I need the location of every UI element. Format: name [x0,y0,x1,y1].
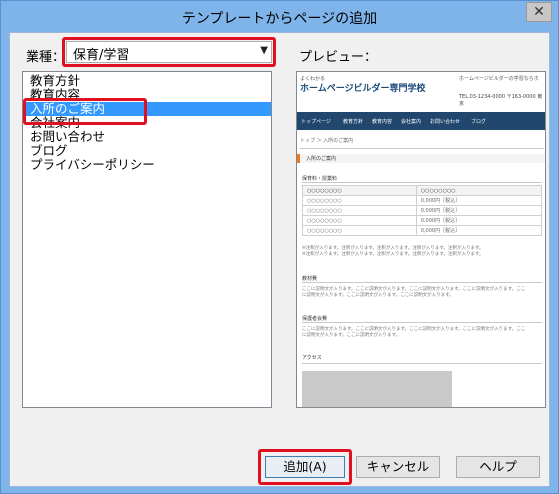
help-button[interactable]: ヘルプ [456,456,540,478]
preview-fee-table: ○○○○○○○○ ○○○○○○○○ ○○○○○○○○ 0,000円［税込］ ○○○○○○… [302,185,543,236]
preview-table-cell: ○○○○○○○○ [302,215,417,226]
preview-table-header: ○○○○○○○○ [415,185,543,196]
preview-nav-item: 教育方針 [343,119,364,125]
preview-note: ※注釈が入ります。注釈が入ります。注釈が入ります。注釈が入ります。注釈が入ります… [302,252,484,257]
preview-text: に説明文が入ります。ここに説明文が入ります。 [302,333,401,338]
preview-table-cell: 0,000円［税込］ [415,215,543,226]
preview-nav-item: お問い合わせ [430,119,461,125]
category-label: 業種： [26,50,66,65]
dialog-title: テンプレートからページの追加 [181,11,378,27]
title-bar[interactable]: テンプレートからページの追加 ✕ [1,1,558,32]
template-preview: よくわかる ホームページビルダー専門学校 ホームページビルダーの学習ならホ TE… [296,71,546,408]
preview-table-cell: 0,000円［税込］ [415,195,543,206]
preview-nav-item: 教育内容 [372,119,393,125]
preview-table-cell: 0,000円［税込］ [415,205,543,216]
preview-table-cell: ○○○○○○○○ [302,205,417,216]
preview-heading: 入所のご案内 [297,154,545,163]
preview-nav-item: ブログ [471,119,487,125]
preview-table-row: ○○○○○○○○ 0,000円［税込］ [302,215,543,226]
add-button-highlight [258,449,352,485]
preview-nav: トップページ 教育方針 教育内容 会社案内 お問い合わせ ブログ [297,112,545,130]
preview-table-cell: 0,000円［税込］ [415,225,543,236]
preview-logo: ホームページビルダー専門学校 [300,84,426,94]
list-item[interactable]: ブログ [23,144,271,158]
preview-access-title: アクセス [302,355,322,361]
preview-table-row: ○○○○○○○○ 0,000円［税込］ [302,205,543,216]
preview-table-cell: ○○○○○○○○ [302,225,417,236]
preview-fee-title: 保育料・授業料 [302,176,338,182]
preview-table-row: ○○○○○○○○ 0,000円［税込］ [302,195,543,206]
selected-page-highlight [23,98,147,125]
add-page-from-template-dialog: テンプレートからページの追加 ✕ 業種： 保育/学習 ▼ プレビュー： 教育方針… [0,0,559,494]
cancel-button[interactable]: キャンセル [356,456,440,478]
preview-breadcrumb: トップ ＞ 入所のご案内 [300,138,354,144]
preview-parents-title: 保護者会費 [302,316,328,322]
preview-label: プレビュー： [299,50,378,65]
preview-nav-item: トップページ [301,119,331,125]
list-item[interactable]: プライバシーポリシー [23,158,271,172]
preview-nav-item: 会社案内 [401,119,422,125]
close-button[interactable]: ✕ [526,2,552,22]
preview-text: に説明文が入ります。ここに説明文が入ります。ここに説明文が入ります。 [302,293,454,298]
dialog-body: 業種： 保育/学習 ▼ プレビュー： 教育方針 教育内容 入所のご案内 会社案内 お問い… [9,32,550,487]
close-icon: ✕ [533,4,545,20]
preview-table-header: ○○○○○○○○ [302,185,417,196]
preview-table-row: ○○○○○○○○ 0,000円［税込］ [302,225,543,236]
list-item[interactable]: 教育方針 [23,74,271,88]
preview-table-cell: ○○○○○○○○ [302,195,417,206]
category-highlight [62,37,276,67]
preview-materials-title: 教材費 [302,276,318,282]
preview-tagline: ホームページビルダーの学習ならホ [459,76,539,82]
list-item[interactable]: お問い合わせ [23,130,271,144]
preview-map-image [302,371,452,407]
preview-contact: TEL.03-1234-0000 〒163-0000 東京 [459,94,543,107]
